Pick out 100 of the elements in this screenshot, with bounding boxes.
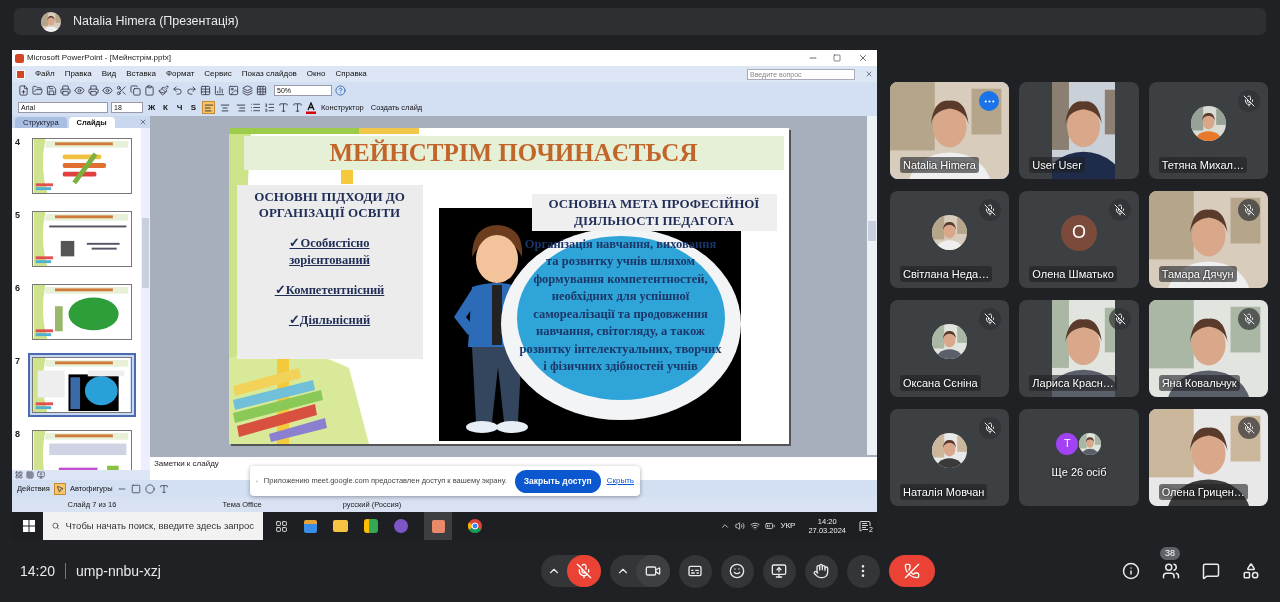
participant-tile[interactable]: Світлана Неда… xyxy=(890,191,1010,288)
emoji-button[interactable] xyxy=(720,554,754,588)
table-icon[interactable] xyxy=(200,85,211,96)
text-style-button[interactable]: S xyxy=(188,101,199,114)
activities-icon[interactable] xyxy=(1242,562,1260,580)
scrollbar[interactable] xyxy=(141,128,150,470)
rectangle-icon[interactable] xyxy=(130,483,141,494)
participant-name: Наталія Мовчан xyxy=(900,483,988,500)
bullet-list-icon[interactable] xyxy=(250,102,261,113)
help-icon[interactable] xyxy=(335,85,346,96)
video-app-icon[interactable] xyxy=(364,519,378,533)
new-file-icon[interactable] xyxy=(18,85,29,96)
participant-tile[interactable]: User User xyxy=(1019,82,1139,179)
participant-tile[interactable]: Оксана Сєніна xyxy=(890,300,1010,397)
scrollbar-thumb[interactable] xyxy=(142,218,149,288)
raise-hand-button[interactable] xyxy=(804,554,838,588)
image-icon[interactable] xyxy=(228,85,239,96)
participant-tile[interactable]: Лариса Красн… xyxy=(1019,300,1139,397)
present-button[interactable] xyxy=(762,554,796,588)
participant-tile[interactable]: Наталія Мовчан xyxy=(890,409,1010,506)
hide-link[interactable]: Скрыть xyxy=(606,475,634,487)
stop-sharing-button[interactable]: Закрыть доступ xyxy=(514,469,601,493)
printer-icon[interactable] xyxy=(60,85,71,96)
preview-icon[interactable] xyxy=(74,85,85,96)
grid-icon[interactable] xyxy=(256,85,267,96)
close-icon[interactable] xyxy=(865,70,873,78)
scrollbar[interactable] xyxy=(867,116,877,455)
microphone-button[interactable] xyxy=(566,555,601,587)
scrollbar-thumb[interactable] xyxy=(868,221,876,241)
menu-item[interactable]: Сервис xyxy=(204,68,232,80)
clipboard-icon[interactable] xyxy=(144,85,155,96)
taskbar-search-field[interactable]: Чтобы начать поиск, введите здесь запрос xyxy=(43,512,263,540)
menu-item[interactable]: Окно xyxy=(306,68,326,80)
brush-icon[interactable] xyxy=(158,85,169,96)
speaker-icon[interactable] xyxy=(735,521,746,531)
menu-item[interactable]: Формат xyxy=(165,68,195,80)
participant-tile[interactable]: Олена Грицен… xyxy=(1148,409,1268,506)
participant-tile[interactable]: Яна Ковальчук xyxy=(1148,300,1268,397)
meeting-code: ump-nnbu-xzj xyxy=(76,561,161,581)
font-size-icon[interactable] xyxy=(278,102,289,113)
menu-item[interactable]: Показ слайдов xyxy=(241,68,297,80)
taskbar-app-button[interactable] xyxy=(424,512,452,540)
participant-tile[interactable]: T Ще 26 осіб xyxy=(1019,409,1139,506)
font-size-icon[interactable] xyxy=(292,102,303,113)
people-icon[interactable] xyxy=(1162,562,1180,580)
select-button[interactable] xyxy=(53,482,66,495)
preview-icon[interactable] xyxy=(102,85,113,96)
align-button[interactable] xyxy=(218,101,231,114)
text-style-button[interactable]: Ж xyxy=(146,101,157,114)
font-color-icon[interactable] xyxy=(306,101,316,114)
chevron-up-icon[interactable] xyxy=(720,521,731,531)
menu-item[interactable]: Справка xyxy=(335,68,367,80)
save-icon[interactable] xyxy=(46,85,57,96)
browser-icon[interactable] xyxy=(468,519,482,533)
notifications-icon[interactable] xyxy=(859,520,871,532)
document-icon[interactable] xyxy=(16,69,25,79)
chat-app-icon[interactable] xyxy=(394,519,408,533)
menu-item[interactable]: Файл xyxy=(35,68,55,80)
windows-logo-icon[interactable] xyxy=(23,520,35,532)
store-icon[interactable] xyxy=(304,519,317,533)
text-box-icon[interactable] xyxy=(158,483,169,494)
copy-icon[interactable] xyxy=(130,85,141,96)
participant-name: Світлана Неда… xyxy=(900,265,993,282)
language-indicator[interactable]: УКР xyxy=(780,520,796,532)
menu-item[interactable]: Правка xyxy=(64,68,92,80)
align-button[interactable] xyxy=(234,101,247,114)
maximize-icon[interactable] xyxy=(833,54,841,62)
slide-title: МЕЙНСТРІМ ПОЧИНАЄТЬСЯ xyxy=(329,137,698,168)
undo-icon[interactable] xyxy=(172,85,183,96)
menu-item[interactable]: Вид xyxy=(101,68,117,80)
captions-button[interactable] xyxy=(678,554,712,588)
chart-icon[interactable] xyxy=(214,85,225,96)
scissors-icon[interactable] xyxy=(116,85,127,96)
numbered-list-icon[interactable] xyxy=(264,102,275,113)
close-icon[interactable] xyxy=(858,53,868,63)
slide-thumbnail[interactable] xyxy=(28,353,136,417)
hand-icon xyxy=(813,563,829,579)
redo-icon[interactable] xyxy=(186,85,197,96)
leave-call-button[interactable] xyxy=(888,555,935,587)
menu-item[interactable]: Вставка xyxy=(126,68,156,80)
normal-view-icon[interactable] xyxy=(15,471,23,479)
camera-button[interactable] xyxy=(635,555,670,587)
text-style-button[interactable]: Ч xyxy=(174,101,185,114)
network-icon[interactable] xyxy=(750,521,761,531)
folder-icon[interactable] xyxy=(32,85,43,96)
participant-tile[interactable]: Тамара Дячун xyxy=(1148,191,1268,288)
slideshow-icon[interactable] xyxy=(37,471,45,479)
participant-tile[interactable]: Тетяна Михал… xyxy=(1148,82,1268,179)
text-style-button[interactable]: К xyxy=(160,101,171,114)
ellipse-icon[interactable] xyxy=(144,483,155,494)
participant-tile[interactable]: Natalia Himera xyxy=(890,82,1010,179)
participant-tile[interactable]: О Олена Шматько xyxy=(1019,191,1139,288)
task-view-icon[interactable] xyxy=(275,519,288,533)
printer-icon[interactable] xyxy=(88,85,99,96)
info-icon[interactable] xyxy=(1122,562,1140,580)
chat-icon[interactable] xyxy=(1202,562,1220,580)
battery-icon[interactable] xyxy=(765,521,776,531)
layers-icon[interactable] xyxy=(242,85,253,96)
align-button[interactable] xyxy=(202,101,215,114)
close-icon[interactable] xyxy=(139,118,147,126)
